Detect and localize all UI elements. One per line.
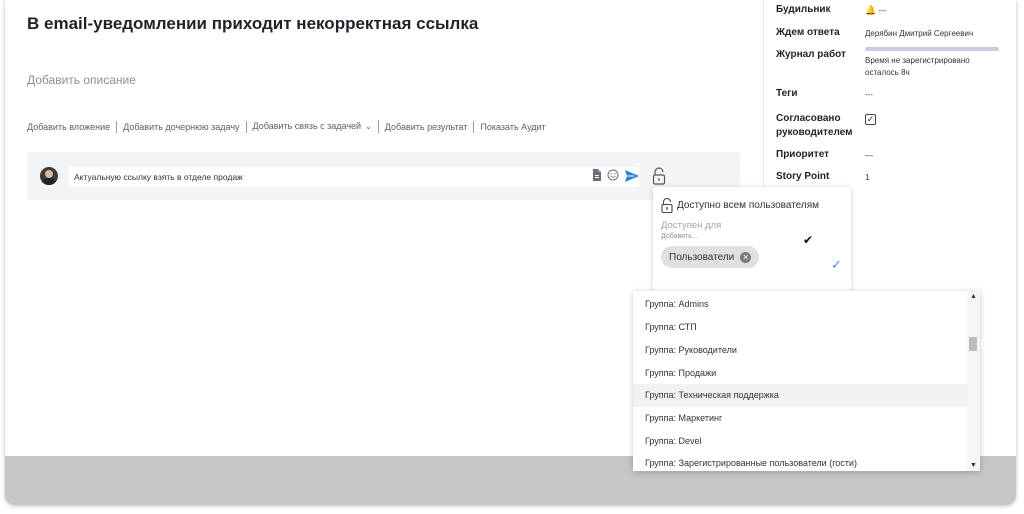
remove-chip-icon[interactable]: ✕ — [740, 251, 752, 263]
app-window: В email-уведомлении приходит некорректна… — [5, 0, 1016, 505]
scroll-up-icon[interactable]: ▲ — [970, 293, 977, 300]
comment-composer: Актуальную ссылку взять в отделе продаж — [27, 152, 740, 200]
scroll-down-icon[interactable]: ▼ — [970, 462, 977, 469]
send-icon[interactable] — [624, 168, 640, 184]
group-option[interactable]: Группа: Зарегистрированные пользователи … — [633, 452, 967, 471]
worklog-label: Журнал работ — [776, 49, 846, 60]
approved-checkbox[interactable]: ✓ — [865, 114, 876, 125]
priority-label: Приоритет — [776, 149, 830, 160]
avatar — [40, 167, 58, 185]
chevron-down-icon: ⌄ — [365, 122, 372, 131]
worklog-status: Время не зарегистрировано — [865, 56, 970, 65]
approved-label-line1: Согласовано — [776, 113, 841, 124]
group-option[interactable]: Группа: Devel — [633, 430, 967, 453]
story-point-label: Story Point — [776, 171, 830, 182]
comment-input[interactable]: Актуальную ссылку взять в отделе продаж — [69, 167, 639, 187]
group-option[interactable]: Группа: СТП — [633, 316, 967, 339]
worklog-remaining: осталось 8ч — [865, 68, 910, 77]
access-title: Доступно всем пользователям — [677, 200, 820, 211]
lock-icon[interactable] — [652, 167, 666, 185]
emoji-icon[interactable] — [606, 168, 620, 182]
confirm-check-icon[interactable]: ✓ — [831, 257, 842, 273]
add-subtask-link[interactable]: Добавить дочернюю задачу — [117, 120, 247, 133]
available-for-label: Доступен для — [661, 220, 722, 231]
unlock-icon — [661, 198, 673, 213]
group-dropdown: Группа: Admins Группа: СТП Группа: Руков… — [633, 291, 980, 471]
group-option[interactable]: Группа: Admins — [633, 293, 967, 316]
add-link-dropdown[interactable]: Добавить связь с задачей ⌄ — [247, 120, 379, 133]
task-action-bar: Добавить вложение Добавить дочернюю зада… — [27, 120, 552, 133]
dropdown-scrollbar[interactable]: ▲ ▼ — [967, 291, 980, 471]
add-attachment-link[interactable]: Добавить вложение — [27, 120, 118, 133]
group-option[interactable]: Группа: Маркетинг — [633, 407, 967, 430]
waiting-label: Ждем ответа — [776, 27, 840, 38]
group-option[interactable]: Группа: Руководители — [633, 339, 967, 362]
access-popover: Доступно всем пользователям Доступен для… — [653, 187, 851, 295]
approved-label-line2: руководителем — [776, 127, 853, 138]
waiting-value[interactable]: Дерябин Дмитрий Сергеевич — [865, 28, 973, 39]
add-link-label: Добавить связь с задачей — [252, 121, 362, 131]
add-access-input[interactable]: Добавить... — [661, 233, 698, 240]
alarm-label: Будильник — [776, 4, 831, 15]
comment-tools — [590, 168, 620, 182]
show-audit-link[interactable]: Показать Аудит — [474, 121, 551, 133]
worklog-progress-bar — [865, 47, 999, 51]
tags-value[interactable]: --- — [865, 89, 873, 100]
add-result-link[interactable]: Добавить результат — [379, 120, 475, 133]
alarm-value-text: --- — [878, 6, 887, 15]
add-description-field[interactable]: Добавить описание — [27, 73, 136, 87]
priority-value[interactable]: — — [865, 150, 873, 161]
users-chip: Пользователи ✕ — [661, 246, 760, 268]
tags-label: Теги — [776, 88, 798, 99]
bell-icon: 🔔 — [865, 5, 877, 15]
checkmark-icon: ✔ — [803, 233, 814, 247]
group-option[interactable]: Группа: Продажи — [633, 362, 967, 385]
alarm-value[interactable]: 🔔 --- — [865, 5, 886, 16]
task-title: В email-уведомлении приходит некорректна… — [27, 14, 479, 33]
story-point-value[interactable]: 1 — [865, 172, 869, 183]
group-option-highlighted[interactable]: Группа: Техническая поддержка — [633, 384, 967, 407]
users-chip-label: Пользователи — [669, 251, 735, 263]
scrollbar-thumb[interactable] — [969, 337, 977, 351]
attachment-icon[interactable] — [590, 168, 604, 182]
